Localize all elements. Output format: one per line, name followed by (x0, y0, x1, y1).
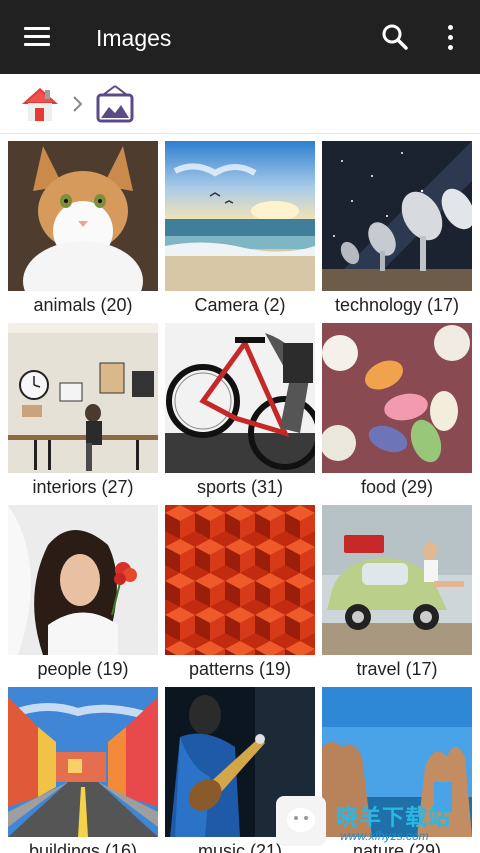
album-label: animals (20) (33, 295, 133, 315)
album-patterns[interactable]: patterns (19) (165, 505, 315, 680)
album-label: people (19) (37, 659, 129, 679)
search-icon[interactable] (378, 20, 412, 54)
album-label: sports (31) (196, 477, 284, 497)
album-label: food (29) (360, 477, 434, 497)
album-food[interactable]: food (29) (322, 323, 472, 498)
album-thumbnail (322, 323, 472, 473)
album-buildings[interactable]: buildings (16) (8, 687, 158, 853)
more-vert-icon[interactable] (436, 20, 464, 54)
album-thumbnail (8, 505, 158, 655)
album-travel[interactable]: travel (17) (322, 505, 472, 680)
image-folder-icon[interactable] (93, 83, 137, 127)
album-label: Camera (2) (194, 295, 286, 315)
album-thumbnail (165, 141, 315, 291)
album-thumbnail (322, 141, 472, 291)
album-animals[interactable]: animals (20) (8, 141, 158, 316)
watermark-url: www.xfhyzs.com (340, 829, 429, 843)
album-label: patterns (19) (188, 659, 292, 679)
album-thumbnail (322, 505, 472, 655)
breadcrumb (0, 74, 480, 134)
watermark-title: 晓羊下载站 (336, 805, 452, 830)
watermark-logo-icon (276, 796, 326, 846)
album-thumbnail (8, 687, 158, 837)
album-label: technology (17) (334, 295, 460, 315)
page-title: Images (96, 25, 172, 51)
album-interiors[interactable]: interiors (27) (8, 323, 158, 498)
album-label: travel (17) (356, 659, 438, 679)
album-technology[interactable]: technology (17) (322, 141, 472, 316)
album-people[interactable]: people (19) (8, 505, 158, 680)
hamburger-menu-icon[interactable] (18, 22, 58, 54)
album-thumbnail (8, 141, 158, 291)
album-sports[interactable]: sports (31) (165, 323, 315, 498)
album-label: interiors (27) (32, 477, 134, 497)
app-bar: Images (0, 0, 480, 74)
watermark: 晓羊下载站 www.xfhyzs.com (276, 796, 480, 853)
album-thumbnail (165, 323, 315, 473)
album-label: buildings (16) (28, 841, 138, 853)
chevron-right-icon (70, 92, 86, 116)
home-icon[interactable] (18, 82, 62, 126)
album-camera[interactable]: Camera (2) (165, 141, 315, 316)
album-thumbnail (165, 505, 315, 655)
album-thumbnail (8, 323, 158, 473)
